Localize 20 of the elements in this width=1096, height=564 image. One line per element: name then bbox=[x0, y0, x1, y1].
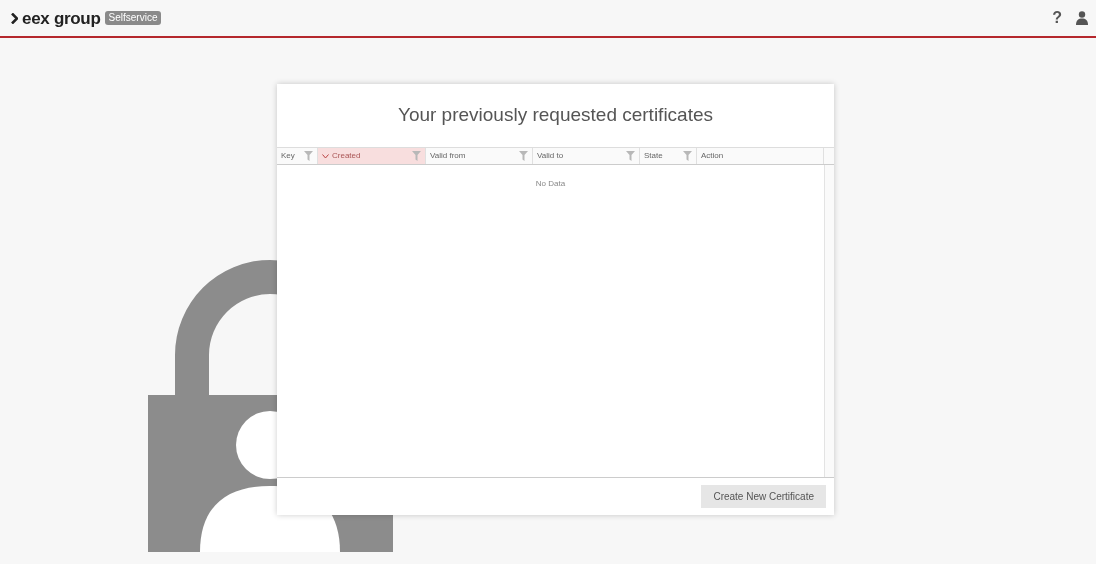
empty-table-message: No Data bbox=[535, 178, 566, 190]
column-header[interactable]: Action bbox=[697, 148, 824, 164]
sort-caret-icon bbox=[322, 153, 329, 159]
filter-icon[interactable] bbox=[519, 151, 528, 161]
help-button[interactable]: ? bbox=[1052, 10, 1062, 26]
column-header[interactable]: State bbox=[640, 148, 697, 164]
column-header[interactable]: Valid from bbox=[426, 148, 533, 164]
brand-logo-text: eex group bbox=[22, 9, 101, 27]
filter-icon[interactable] bbox=[304, 151, 313, 161]
chevron-logo-icon bbox=[11, 12, 18, 24]
column-header[interactable]: Valid to bbox=[533, 148, 640, 164]
filter-icon[interactable] bbox=[412, 151, 421, 161]
scrollbar[interactable] bbox=[824, 165, 834, 477]
filter-icon[interactable] bbox=[626, 151, 635, 161]
filter-icon[interactable] bbox=[683, 151, 692, 161]
selfservice-tag: Selfservice bbox=[104, 11, 162, 25]
create-certificate-button[interactable]: Create New Certificate bbox=[701, 485, 826, 508]
column-header[interactable]: Created bbox=[318, 148, 426, 164]
dialog-title: Your previously requested certificates bbox=[396, 103, 715, 128]
user-icon[interactable] bbox=[1076, 11, 1088, 25]
